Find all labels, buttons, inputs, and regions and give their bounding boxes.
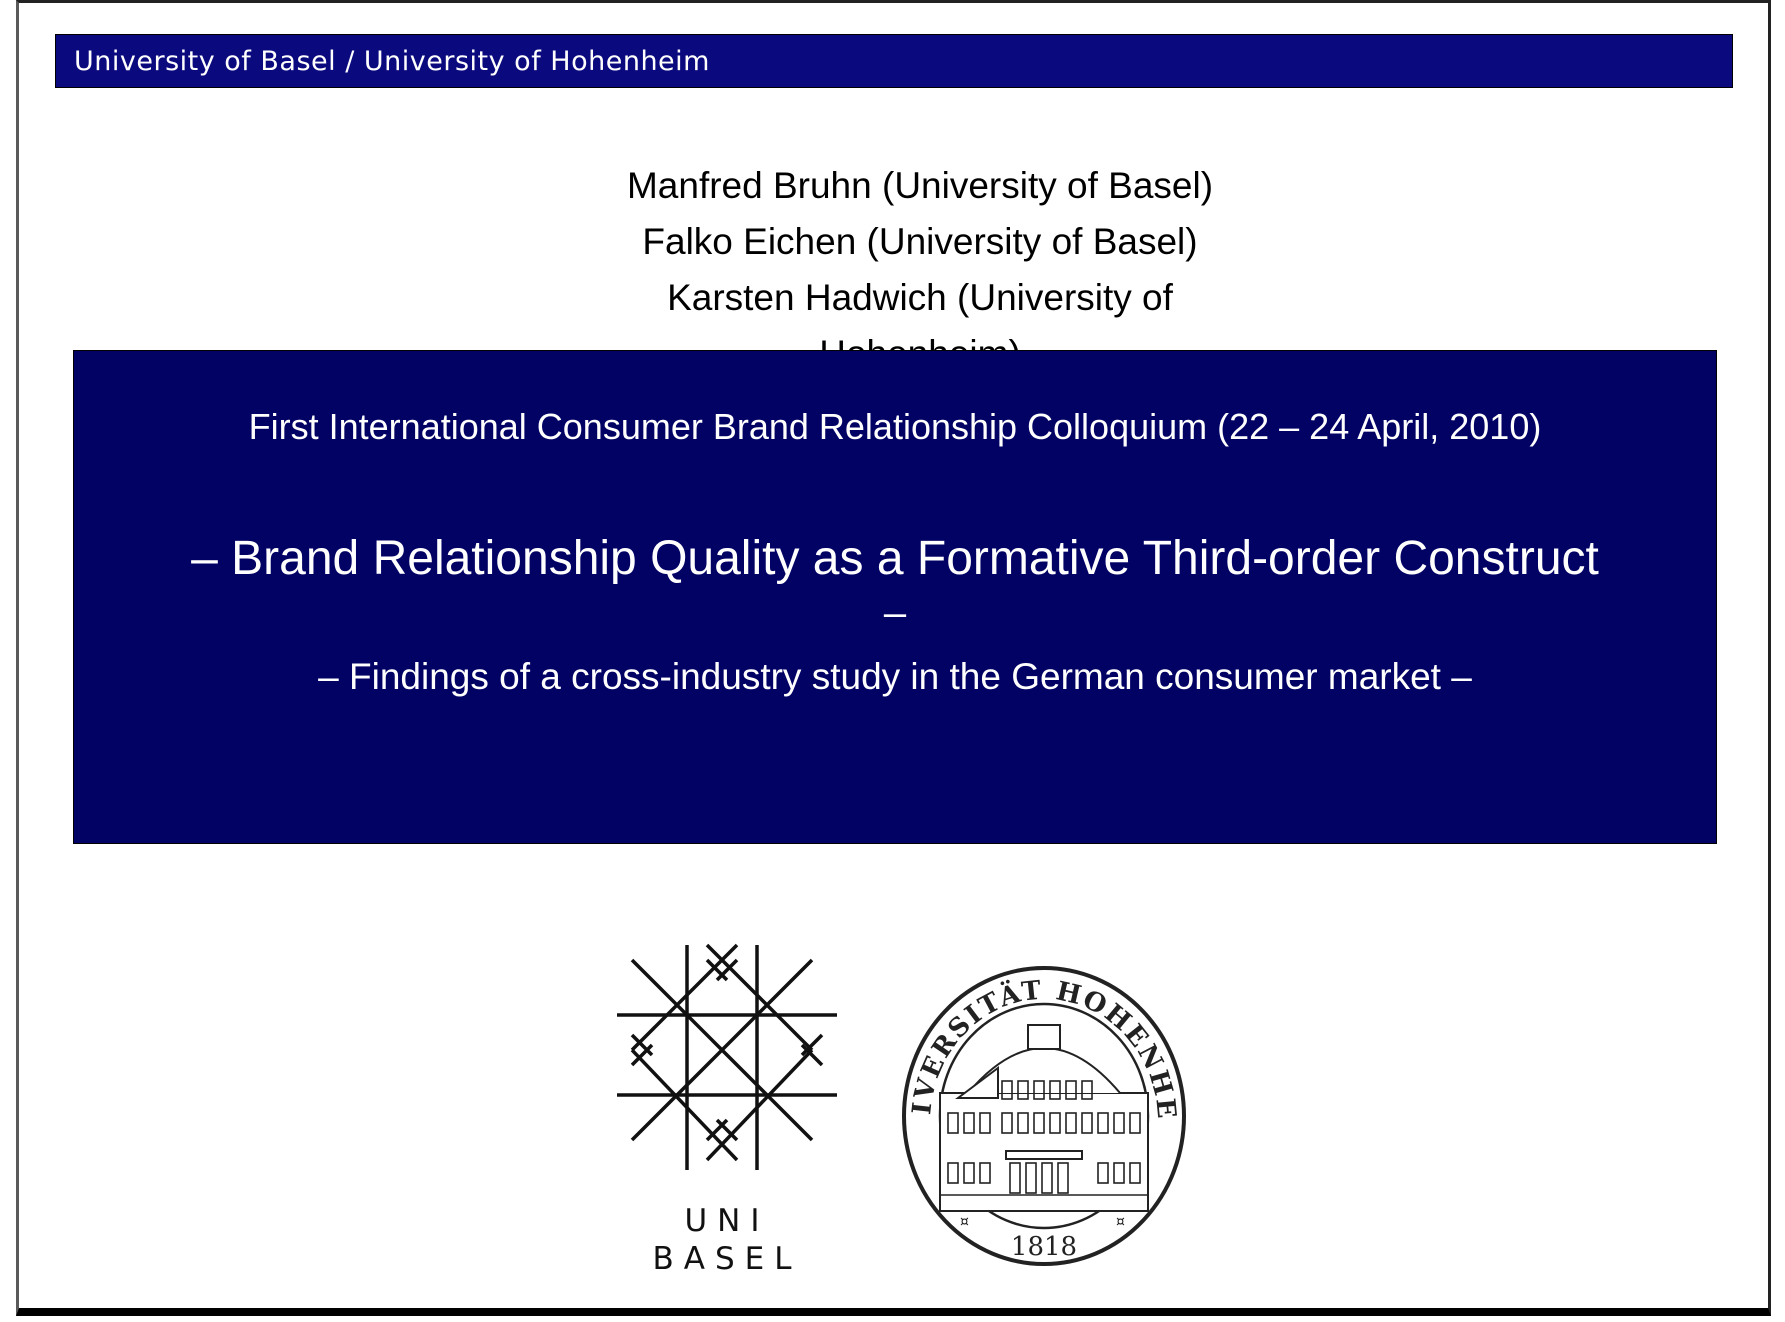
header-bar: University of Basel / University of Hohe… <box>55 34 1733 88</box>
title-box: First International Consumer Brand Relat… <box>73 350 1717 844</box>
hohenheim-seal-icon: UNIVERSITÄT HOHENHEIM 1818 ¤ ¤ <box>883 940 1186 1266</box>
uni-basel-logo-mark <box>617 943 837 1170</box>
author-line: Karsten Hadwich (University of <box>667 277 1173 318</box>
subtitle: – Findings of a cross-industry study in … <box>318 656 1472 697</box>
main-title: – Brand Relationship Quality as a Format… <box>191 532 1599 585</box>
author-line: Falko Eichen (University of Basel) <box>642 221 1198 262</box>
title-dash: – <box>883 591 907 635</box>
uni-basel-logo: UNI BASEL <box>612 940 842 1277</box>
hohenheim-year: 1818 <box>1011 1232 1077 1262</box>
hohenheim-seal: UNIVERSITÄT HOHENHEIM 1818 ¤ ¤ <box>883 940 1190 1269</box>
svg-text:¤: ¤ <box>960 1214 969 1230</box>
svg-text:¤: ¤ <box>1116 1214 1125 1230</box>
author-list: Manfred Bruhn (University of Basel) Falk… <box>560 158 1280 382</box>
author-line: Manfred Bruhn (University of Basel) <box>626 165 1214 206</box>
header-text: University of Basel / University of Hohe… <box>74 46 710 77</box>
colloquium-line: First International Consumer Brand Relat… <box>248 406 1542 447</box>
uni-basel-logo-text: UNI BASEL <box>612 1202 842 1278</box>
uni-basel-line1: UNI <box>684 1203 770 1239</box>
uni-basel-line2: BASEL <box>652 1241 802 1277</box>
